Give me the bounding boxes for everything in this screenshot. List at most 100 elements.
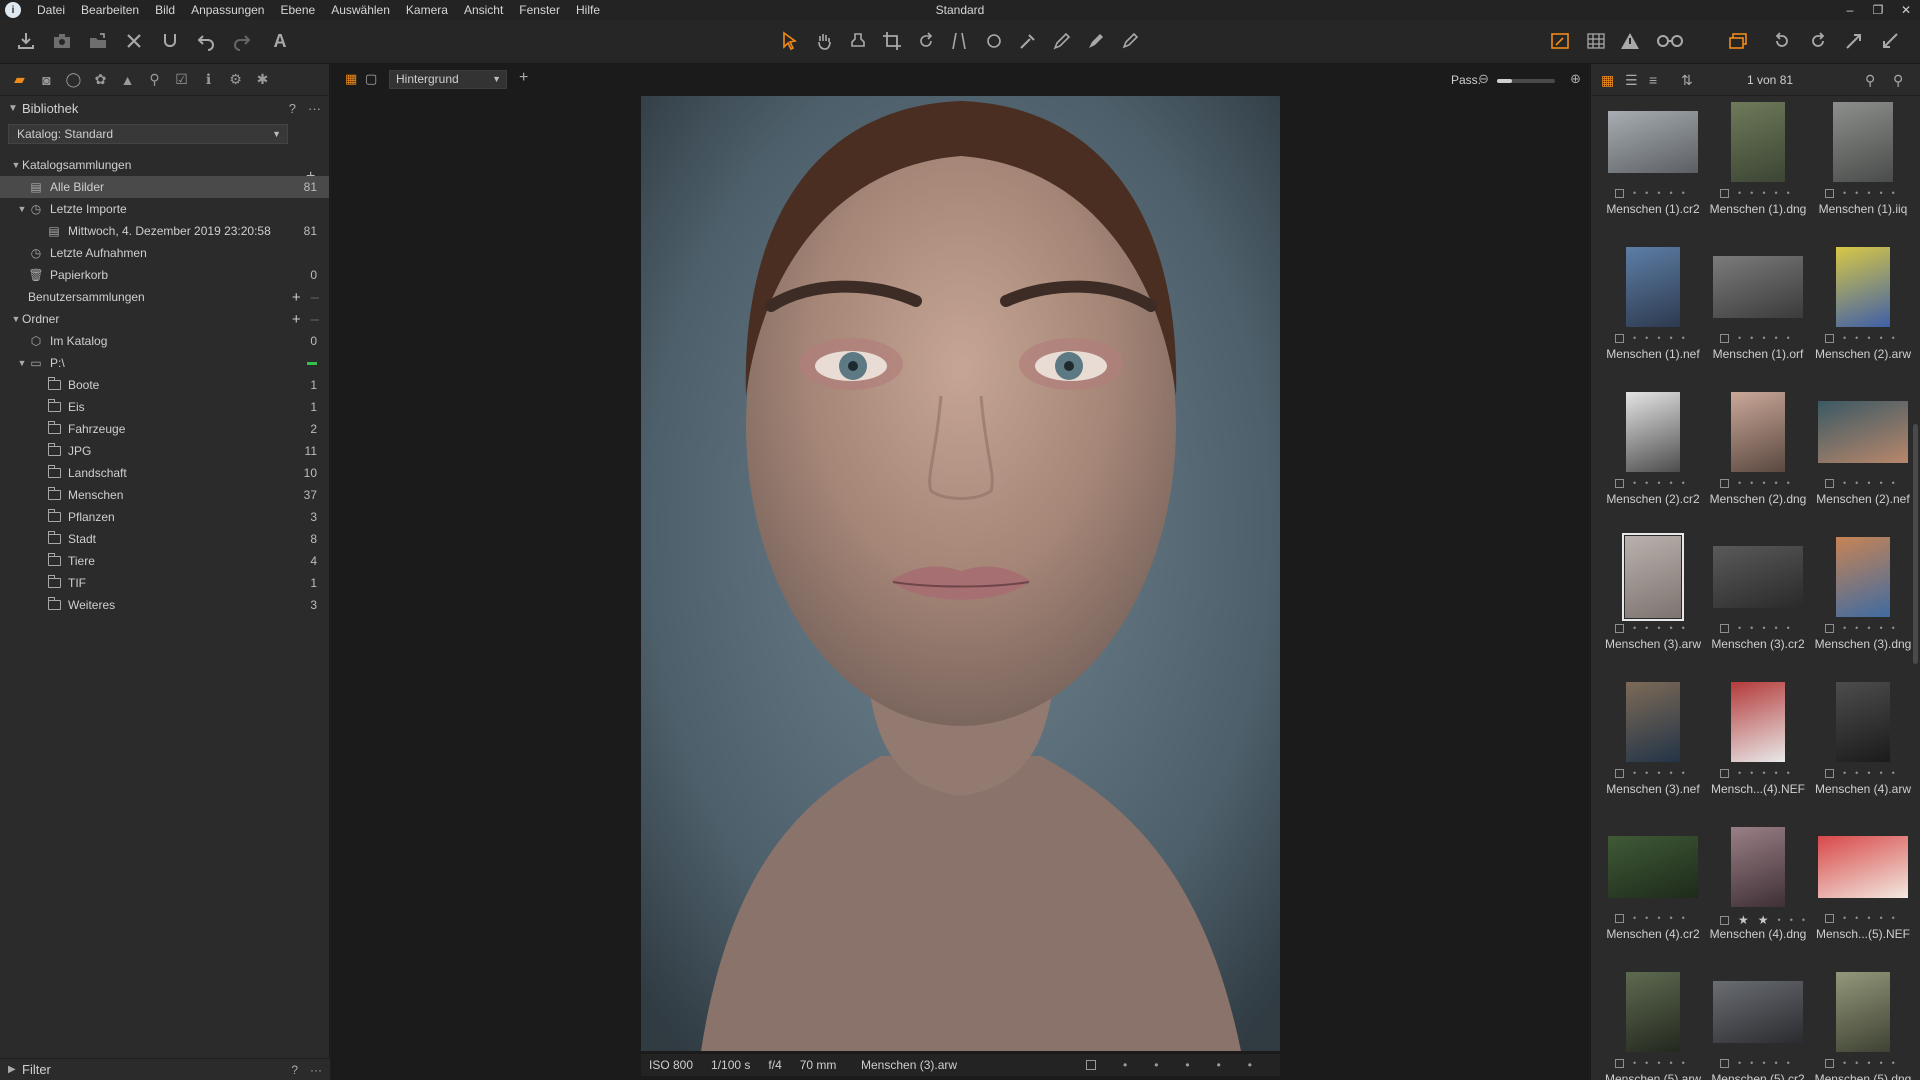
thumbnail[interactable]: • • • • • Menschen (1).orf [1706, 245, 1810, 385]
camera-icon[interactable] [48, 28, 76, 54]
thumbnail[interactable]: • • • • • Menschen (3).dng [1811, 535, 1915, 675]
rating-dot[interactable]: • [1855, 333, 1858, 343]
tab-library-folder-icon[interactable]: ▰ [6, 70, 33, 90]
rating-dot[interactable]: • [1787, 188, 1790, 198]
single-view-icon[interactable]: ▢ [365, 71, 377, 87]
add-icon[interactable]: + [292, 311, 301, 328]
thumbnail[interactable]: • • • • • Menschen (2).arw [1811, 245, 1915, 385]
folder-in-catalog[interactable]: ⬡ Im Katalog 0 [0, 330, 329, 352]
picker-icon[interactable] [1014, 28, 1042, 54]
rating-dot[interactable]: • [1123, 1058, 1127, 1072]
rating-dot[interactable]: • [1750, 1058, 1753, 1068]
gradient-icon[interactable] [1082, 28, 1110, 54]
rating-dot[interactable]: • [1682, 188, 1685, 198]
thumbnail-checkbox[interactable] [1825, 913, 1834, 923]
close-icon[interactable]: ✕ [1892, 0, 1920, 20]
thumbnail-checkbox[interactable] [1615, 1058, 1624, 1068]
folder-item[interactable]: Pflanzen 3 [0, 506, 329, 528]
rating-dot[interactable]: • [1682, 333, 1685, 343]
rotate-right-icon[interactable] [1804, 28, 1832, 54]
rating-dot[interactable]: • [1633, 188, 1636, 198]
search-icon[interactable]: ⚲ [1893, 72, 1903, 89]
rating-dot[interactable]: • [1750, 478, 1753, 488]
rating-dot[interactable]: • [1855, 623, 1858, 633]
rating-dot[interactable]: • [1843, 333, 1846, 343]
menu-ebene[interactable]: Ebene [272, 0, 323, 20]
thumbnail[interactable]: • • • • • Menschen (1).iiq [1811, 100, 1915, 240]
rating-dot[interactable]: • [1867, 913, 1870, 923]
remove-icon[interactable]: – [311, 289, 319, 306]
star-filled-icon[interactable]: ★ [1758, 913, 1769, 927]
rating-dot[interactable]: • [1867, 623, 1870, 633]
rating-dot[interactable]: • [1790, 915, 1793, 925]
thumbnail-checkbox[interactable] [1825, 333, 1834, 343]
rating-dot[interactable]: • [1738, 1058, 1741, 1068]
rating-dot[interactable]: • [1879, 913, 1882, 923]
rating-dot[interactable]: • [1892, 1058, 1895, 1068]
spot-icon[interactable] [980, 28, 1008, 54]
tab-lens-icon[interactable]: ◯ [60, 70, 87, 90]
main-photo[interactable] [641, 96, 1280, 1051]
rating-dot[interactable]: • [1645, 768, 1648, 778]
rotate-left-icon[interactable] [1768, 28, 1796, 54]
zoom-in-icon[interactable]: ⊕ [1570, 71, 1581, 87]
add-icon[interactable]: + [292, 289, 301, 306]
rating-dot[interactable]: • [1645, 623, 1648, 633]
rating-dot[interactable]: • [1633, 478, 1636, 488]
rating-dot[interactable]: • [1892, 478, 1895, 488]
rating-dot[interactable]: • [1682, 478, 1685, 488]
zoom-slider[interactable] [1497, 79, 1555, 83]
collection-trash[interactable]: 🗑 Papierkorb 0 [0, 264, 329, 286]
rating-dot[interactable]: • [1645, 1058, 1648, 1068]
proof-glasses-icon[interactable] [1652, 28, 1688, 54]
star-filled-icon[interactable]: ★ [1738, 913, 1749, 927]
rating-dot[interactable]: • [1787, 1058, 1790, 1068]
menu-datei[interactable]: Datei [29, 0, 73, 20]
thumbnail[interactable]: • • • • • Menschen (1).nef [1601, 245, 1705, 385]
thumbnail-checkbox[interactable] [1615, 478, 1624, 488]
browser-scrollbar[interactable] [1913, 424, 1918, 664]
rating-dot[interactable]: • [1738, 188, 1741, 198]
menu-hilfe[interactable]: Hilfe [568, 0, 608, 20]
thumbnail-checkbox[interactable] [1720, 188, 1729, 198]
rating-dot[interactable]: • [1774, 333, 1777, 343]
rating-dot[interactable]: • [1657, 1058, 1660, 1068]
warning-icon[interactable] [1616, 28, 1644, 54]
rating-dot[interactable]: • [1892, 188, 1895, 198]
rating-dot[interactable]: • [1867, 478, 1870, 488]
folder-item[interactable]: JPG 11 [0, 440, 329, 462]
rating-dot[interactable]: • [1843, 623, 1846, 633]
thumbnail-checkbox[interactable] [1720, 623, 1729, 633]
rating-dot[interactable]: • [1154, 1058, 1158, 1072]
rating-dot[interactable]: • [1787, 768, 1790, 778]
rating-dot[interactable]: • [1645, 913, 1648, 923]
undo-icon[interactable] [192, 28, 220, 54]
user-collections-row[interactable]: Benutzersammlungen + – [0, 286, 329, 308]
tab-batch-icon[interactable]: ✱ [249, 70, 276, 90]
zoom-icon[interactable]: ⚲ [1865, 72, 1875, 89]
grid-icon[interactable] [1582, 28, 1610, 54]
multi-view-grid-icon[interactable]: ▦ [345, 71, 357, 87]
rating-dot[interactable]: • [1879, 768, 1882, 778]
rating-dot[interactable]: • [1738, 478, 1741, 488]
menu-bearbeiten[interactable]: Bearbeiten [73, 0, 147, 20]
rating-dot[interactable]: • [1843, 1058, 1846, 1068]
thumbnail-checkbox[interactable] [1615, 913, 1624, 923]
sort-icon[interactable]: ⇅ [1681, 72, 1693, 89]
rating-dot[interactable]: • [1855, 188, 1858, 198]
grid-view-icon[interactable]: ▦ [1601, 72, 1614, 89]
rating-dot[interactable]: • [1248, 1058, 1252, 1072]
rating-dot[interactable]: • [1738, 623, 1741, 633]
rating-dot[interactable]: • [1867, 1058, 1870, 1068]
rating-dot[interactable]: • [1855, 1058, 1858, 1068]
stamp-icon[interactable] [844, 28, 872, 54]
thumbnail-checkbox[interactable] [1615, 623, 1624, 633]
rating-dot[interactable]: • [1633, 768, 1636, 778]
color-tag-checkbox[interactable] [1085, 1060, 1096, 1070]
rating-dot[interactable]: • [1738, 768, 1741, 778]
collection-recent-captures[interactable]: ◷ Letzte Aufnahmen [0, 242, 329, 264]
rating-dot[interactable]: • [1657, 478, 1660, 488]
rating-dot[interactable]: • [1778, 915, 1781, 925]
app-icon[interactable]: i [5, 2, 21, 18]
rating-dot[interactable]: • [1762, 768, 1765, 778]
